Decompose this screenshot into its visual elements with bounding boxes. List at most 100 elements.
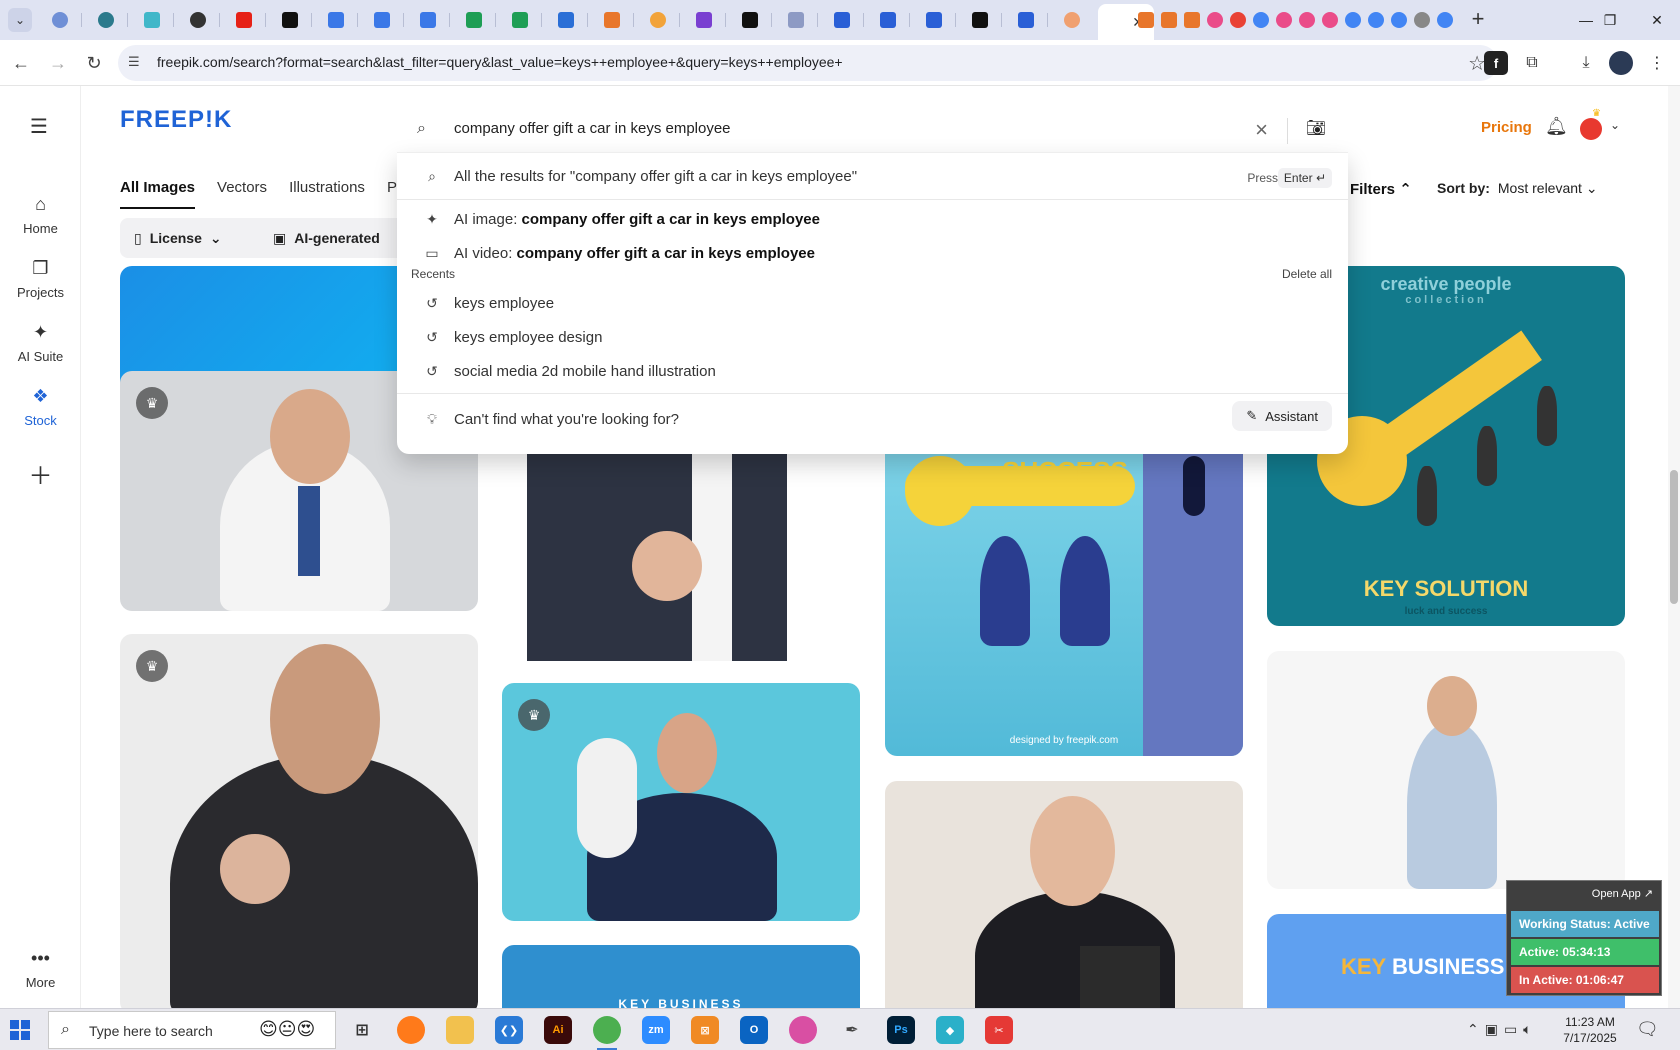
dribbble-icon[interactable] [1322, 12, 1338, 28]
browser-tab[interactable] [84, 6, 128, 34]
snipping-tool-icon[interactable]: ✂ [985, 1016, 1013, 1044]
close-window-button[interactable]: ✕ [1634, 0, 1680, 40]
dribbble-icon[interactable] [1299, 12, 1315, 28]
nav-projects[interactable]: ❐ Projects [0, 258, 81, 300]
download-icon[interactable]: ⤓ [1574, 51, 1598, 75]
browser-tab[interactable] [1004, 6, 1048, 34]
user-avatar[interactable] [1580, 118, 1602, 140]
tab-favicon-icon[interactable] [1184, 12, 1200, 28]
tab-favicon-icon[interactable] [1161, 12, 1177, 28]
image-card[interactable]: ♛ [120, 634, 478, 1008]
image-card[interactable] [885, 781, 1243, 1008]
page-scrollbar[interactable] [1668, 86, 1680, 1008]
tab-illustrations[interactable]: Illustrations [289, 179, 365, 209]
restore-window-button[interactable]: ❐ [1587, 0, 1633, 40]
system-tray-icons[interactable]: ⌃▣▭🔈︎ [1467, 1021, 1538, 1038]
browser-tab[interactable] [958, 6, 1002, 34]
browser-tab[interactable] [452, 6, 496, 34]
browser-tab[interactable] [590, 6, 634, 34]
browser-tab[interactable] [314, 6, 358, 34]
recent-search-item[interactable]: ↺ keys employee design [397, 323, 1348, 353]
clear-search-icon[interactable]: × [1255, 117, 1268, 143]
browser-tab[interactable] [774, 6, 818, 34]
search-input[interactable]: company offer gift a car in keys employe… [454, 120, 731, 137]
google-icon[interactable] [1391, 12, 1407, 28]
dribbble-icon[interactable] [1207, 12, 1223, 28]
browser-tab[interactable] [222, 6, 266, 34]
nav-ai-suite[interactable]: ✦ AI Suite [0, 322, 81, 364]
address-bar[interactable]: ☰ freepik.com/search?format=search&last_… [118, 45, 1498, 81]
nav-add-plus-icon[interactable]: ＋ [0, 456, 81, 491]
google-icon[interactable] [1368, 12, 1384, 28]
image-card[interactable] [1267, 651, 1625, 889]
browser-tab[interactable] [820, 6, 864, 34]
chevron-down-icon[interactable]: ⌄ [1610, 118, 1620, 132]
browser-tab[interactable] [360, 6, 404, 34]
google-icon[interactable] [1345, 12, 1361, 28]
tab-search-chevron-icon[interactable]: ⌄ [8, 8, 32, 32]
tab-vectors[interactable]: Vectors [217, 179, 267, 209]
image-card[interactable]: KEY BUSINESS [502, 945, 860, 1008]
photoshop-icon[interactable]: Ps [887, 1016, 915, 1044]
google-icon[interactable] [1437, 12, 1453, 28]
browser-tab[interactable] [38, 6, 82, 34]
tab-all-images[interactable]: All Images [120, 179, 196, 209]
illustrator-icon[interactable]: Ai [544, 1016, 572, 1044]
reload-icon[interactable]: ↻ [81, 50, 107, 76]
creative-cloud-icon[interactable] [789, 1016, 817, 1044]
search-bar[interactable]: ⌕ company offer gift a car in keys emplo… [397, 108, 1348, 153]
filters-toggle[interactable]: Filters ⌃ [1350, 180, 1412, 198]
chrome-menu-icon[interactable]: ⋮ [1645, 51, 1669, 75]
assistant-button[interactable]: ✎ Assistant [1232, 401, 1332, 431]
browser-tab[interactable] [268, 6, 312, 34]
google-icon[interactable] [1253, 12, 1269, 28]
firefox-icon[interactable] [397, 1016, 425, 1044]
tab-favicon-icon[interactable] [1414, 12, 1430, 28]
new-tab-button[interactable]: + [1466, 8, 1490, 32]
outlook-icon[interactable]: O [740, 1016, 768, 1044]
browser-tab[interactable] [406, 6, 450, 34]
back-arrow-icon[interactable]: ← [8, 50, 34, 76]
suggestion-ai-image[interactable]: ✦ AI image: company offer gift a car in … [397, 205, 1348, 235]
taskbar-clock[interactable]: 11:23 AM 7/17/2025 [1554, 1014, 1626, 1046]
browser-tab[interactable] [1050, 6, 1094, 34]
chrome-icon[interactable] [593, 1016, 621, 1050]
nav-home[interactable]: ⌂ Home [0, 194, 81, 236]
extension-icon[interactable]: f [1484, 51, 1508, 75]
taskbar-search-box[interactable]: ⌕ Type here to search 😊😐😍 [48, 1011, 336, 1049]
app-icon[interactable]: ◆ [936, 1016, 964, 1044]
zoom-icon[interactable]: zm [642, 1016, 670, 1044]
pen-tool-icon[interactable]: ✒ [838, 1016, 866, 1044]
open-app-link[interactable]: Open App ↗ [1592, 887, 1653, 900]
browser-tab[interactable] [682, 6, 726, 34]
browser-tab[interactable] [912, 6, 956, 34]
windows-start-icon[interactable] [10, 1020, 30, 1040]
license-filter-button[interactable]: ▯ License ⌄ [120, 218, 279, 258]
browser-tab[interactable] [544, 6, 588, 34]
dribbble-icon[interactable] [1276, 12, 1292, 28]
profile-avatar[interactable] [1609, 51, 1633, 75]
file-explorer-icon[interactable] [446, 1016, 474, 1044]
suggestion-all-results[interactable]: ⌕ All the results for "company offer gif… [397, 157, 1348, 197]
suggestion-ai-video[interactable]: ▭ AI video: company offer gift a car in … [397, 239, 1348, 269]
vscode-icon[interactable]: ❮❯ [495, 1016, 523, 1044]
menu-hamburger-icon[interactable]: ☰ [30, 114, 48, 139]
notifications-bell-icon[interactable]: 🔔︎ [1545, 116, 1568, 137]
browser-tab[interactable] [728, 6, 772, 34]
camera-search-icon[interactable]: 📷︎ [1306, 118, 1326, 138]
scrollbar-thumb[interactable] [1670, 470, 1678, 604]
tab-favicon-icon[interactable] [1230, 12, 1246, 28]
browser-tab[interactable] [130, 6, 174, 34]
notifications-icon[interactable]: 🗨︎ [1636, 1019, 1659, 1040]
nav-more[interactable]: ••• More [0, 948, 81, 990]
browser-tab[interactable] [176, 6, 220, 34]
tab-favicon-icon[interactable] [1138, 12, 1154, 28]
sort-by-dropdown[interactable]: Sort by: Most relevant ⌄ [1437, 180, 1598, 197]
browser-tab[interactable] [636, 6, 680, 34]
browser-tab[interactable] [866, 6, 910, 34]
ai-generated-filter-button[interactable]: ▣ AI-generated [259, 218, 409, 258]
delete-all-recents-button[interactable]: Delete all [1282, 267, 1332, 281]
image-card[interactable]: ♛ [502, 683, 860, 921]
image-card[interactable]: SUCCESS designed by freepik.com [885, 416, 1243, 756]
forward-arrow-icon[interactable]: → [45, 50, 71, 76]
